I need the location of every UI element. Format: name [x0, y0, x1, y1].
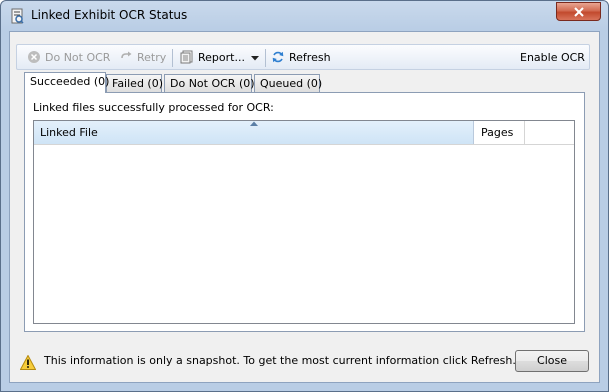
ocr-app-icon: [9, 8, 25, 24]
column-header-pages[interactable]: Pages: [475, 121, 525, 144]
retry-button[interactable]: Retry: [119, 49, 166, 65]
sort-ascending-icon: [250, 121, 258, 126]
chevron-down-icon: [250, 51, 259, 64]
do-not-ocr-label: Do Not OCR: [45, 50, 111, 64]
snapshot-notice: This information is only a snapshot. To …: [44, 354, 516, 367]
tab-do-not-ocr[interactable]: Do Not OCR (0): [164, 74, 255, 92]
cancel-circle-icon: [27, 50, 41, 64]
tab-label: Do Not OCR (0): [170, 77, 255, 90]
toolbar-separator: [172, 49, 173, 67]
toolbar: Do Not OCR Retry Report... Refresh Enabl…: [16, 44, 590, 70]
dialog-footer: This information is only a snapshot. To …: [8, 340, 599, 382]
report-icon: [180, 50, 194, 64]
window-title: Linked Exhibit OCR Status: [31, 8, 188, 22]
tab-label: Queued (0): [260, 77, 323, 90]
warning-icon: [19, 354, 37, 370]
report-label: Report...: [198, 50, 245, 64]
column-header-label: Linked File: [40, 126, 98, 139]
tab-failed[interactable]: Failed (0): [106, 74, 163, 92]
retry-arrow-icon: [119, 50, 133, 64]
column-header-linked-file[interactable]: Linked File: [34, 121, 474, 144]
do-not-ocr-button[interactable]: Do Not OCR: [27, 49, 110, 65]
refresh-button[interactable]: Refresh: [271, 49, 331, 65]
tab-queued[interactable]: Queued (0): [254, 74, 323, 92]
tab-panel-succeeded: Linked files successfully processed for …: [24, 92, 585, 332]
window-close-button[interactable]: [556, 2, 601, 21]
close-button[interactable]: Close: [515, 350, 589, 372]
tab-label: Succeeded (0): [30, 75, 110, 88]
linked-files-grid[interactable]: Linked File Pages: [33, 120, 575, 324]
refresh-icon: [271, 50, 285, 64]
panel-description: Linked files successfully processed for …: [33, 101, 274, 114]
toolbar-separator: [265, 49, 266, 67]
grid-header: Linked File Pages: [34, 121, 574, 145]
column-header-label: Pages: [481, 126, 514, 139]
enable-ocr-button[interactable]: Enable OCR: [520, 49, 585, 65]
tab-succeeded[interactable]: Succeeded (0): [24, 72, 110, 93]
report-dropdown-button[interactable]: Report...: [180, 49, 259, 65]
close-button-label: Close: [537, 354, 567, 367]
title-bar[interactable]: Linked Exhibit OCR Status: [1, 1, 608, 31]
refresh-label: Refresh: [289, 50, 331, 64]
retry-label: Retry: [137, 50, 167, 64]
tab-label: Failed (0): [112, 77, 163, 90]
enable-ocr-label: Enable OCR: [520, 50, 585, 64]
close-icon: [573, 6, 584, 17]
